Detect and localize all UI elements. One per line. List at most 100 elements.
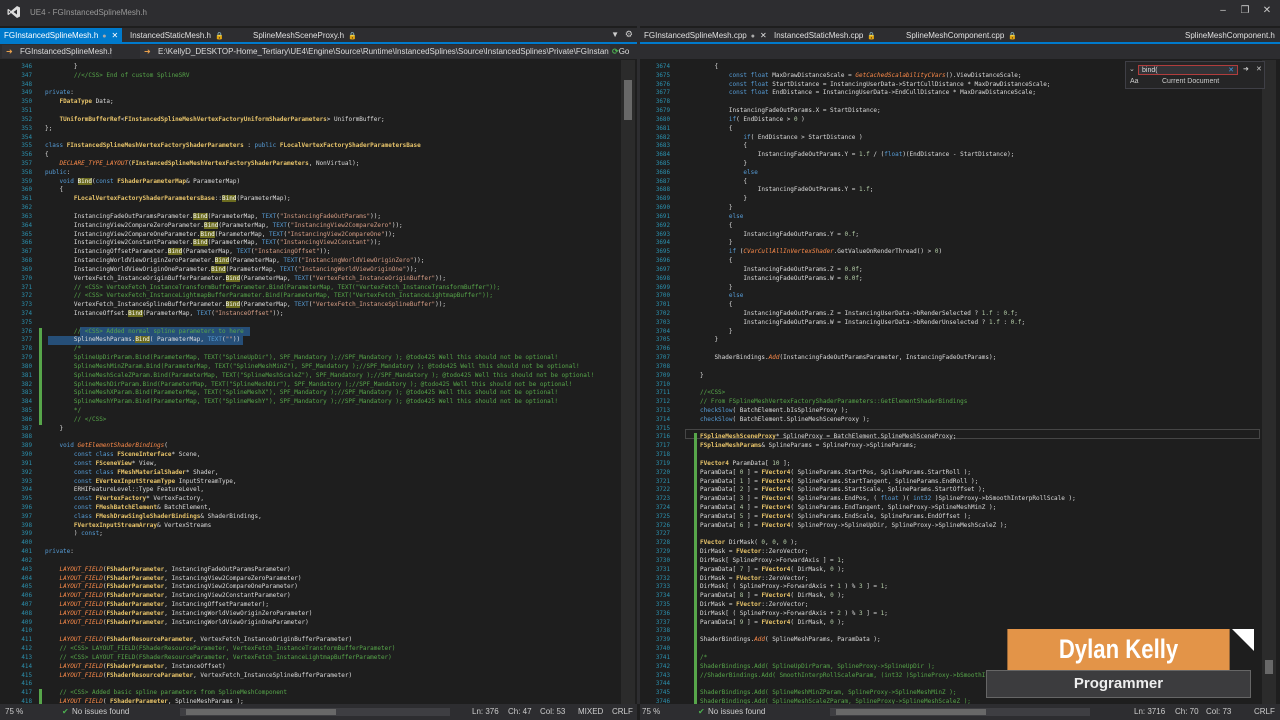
line-number: 369 — [21, 266, 32, 273]
pin-icon[interactable]: ● — [751, 33, 755, 40]
line-number: 352 — [21, 116, 32, 123]
gear-icon[interactable]: ⚙ — [625, 29, 633, 40]
close-find-icon[interactable]: ✕ — [1256, 65, 1262, 73]
zoom-level[interactable]: 75 % — [5, 704, 23, 720]
code-line: const float StartDistance = InstancingUs… — [728, 80, 1051, 88]
code-line: SplineMeshXParam.Bind(ParameterMap, TEXT… — [45, 389, 558, 397]
line-number: 3723 — [655, 496, 670, 503]
line-number: 409 — [21, 619, 32, 626]
file-dropdown[interactable]: ➜ FGInstancedSplineMesh.h — [2, 45, 112, 58]
left-vertical-scrollbar[interactable] — [621, 60, 635, 704]
issues-status[interactable]: No issues found — [72, 704, 129, 720]
code-line: SplineMeshParams.Bind( ParameterMap, TEX… — [45, 336, 241, 344]
line-number: 373 — [21, 302, 32, 309]
line-ending-mixed[interactable]: MIXED — [578, 704, 603, 720]
expand-replace-icon[interactable]: ⌄ — [1129, 65, 1135, 73]
code-line: InstancingFadeOutParamsParameter.Bind(Pa… — [45, 212, 381, 220]
left-code-editor[interactable]: 346 } 347 //</CSS> End of custom SplineSR… — [0, 60, 637, 704]
tab-instancedstaticmesh-cpp[interactable]: InstancedStaticMesh.cpp 🔒 — [770, 28, 880, 44]
lock-icon: 🔒 — [867, 33, 877, 40]
code-line: LAYOUT_FIELD(FShaderResourceParameter, V… — [59, 636, 353, 644]
code-line: LAYOUT_FIELD(FShaderParameter, Instancin… — [59, 592, 291, 600]
navigation-bar: ➜ FGInstancedSplineMesh.h ➜ E:\KellyD_DESK… — [0, 44, 637, 59]
line-number: 364 — [21, 222, 32, 229]
line-number: 3745 — [655, 690, 670, 697]
tab-instancedstaticmesh-h[interactable]: InstancedStaticMesh.h 🔒 — [126, 28, 228, 44]
code-line: ParamData[ 2 ] = FVector4( SplineParams.… — [700, 486, 986, 494]
scroll-thumb[interactable] — [1265, 660, 1273, 674]
maximize-button[interactable]: ❐ — [1238, 5, 1252, 16]
line-number: 392 — [21, 469, 32, 476]
code-line: LAYOUT_FIELD(FShaderParameter, Instancin… — [59, 583, 298, 591]
line-number: 415 — [21, 672, 32, 679]
line-ending-crlf[interactable]: CRLF — [612, 704, 633, 720]
code-line: const FMeshBatchElement& BatchElement, — [73, 504, 212, 511]
code-line: //</CSS> End of custom SplineSRV — [73, 71, 190, 79]
tab-splinemeshcomponent-cpp[interactable]: SplineMeshComponent.cpp 🔒 — [902, 28, 1021, 44]
line-number: 408 — [21, 610, 32, 617]
scroll-thumb[interactable] — [186, 709, 336, 715]
scroll-thumb[interactable] — [836, 709, 986, 715]
find-query: bind( — [1142, 67, 1158, 74]
code-line: ShaderBindings.Add(InstancingFadeOutPara… — [700, 354, 997, 362]
code-line: ERHIFeatureLevel::Type FeatureLevel, — [45, 486, 204, 494]
right-horizontal-scrollbar[interactable] — [830, 708, 1090, 716]
code-line: // <CSS> LAYOUT_FIELD(FShaderResourcePar… — [59, 645, 396, 653]
code-line: }; — [45, 124, 53, 132]
match-case-option[interactable]: Aa — [1130, 78, 1139, 85]
path-dropdown[interactable]: ➜ E:\KellyD_DESKTOP-Home_Tertiary\UE4\Eng… — [140, 45, 610, 58]
close-window-button[interactable]: ✕ — [1260, 5, 1274, 16]
tab-splinemeshcomponent-h[interactable]: SplineMeshComponent.h🔒✕ — [1181, 28, 1280, 44]
code-line: class FMeshDrawSingleShaderBindings& Sha… — [73, 512, 262, 520]
go-button[interactable]: ⟳Go — [612, 44, 629, 59]
search-scope-dropdown[interactable]: Current Document — [1162, 78, 1219, 85]
line-number: 414 — [21, 663, 32, 670]
code-line: FDataType Data; — [59, 98, 114, 106]
change-indicator — [39, 406, 42, 416]
line-number: 3736 — [655, 610, 670, 617]
change-indicator — [694, 477, 697, 487]
tab-dropdown-icon[interactable]: ▼ — [611, 30, 619, 39]
line-number: 366 — [21, 240, 32, 247]
close-tab-icon[interactable]: ✕ — [760, 31, 767, 40]
minimize-button[interactable]: – — [1216, 5, 1230, 16]
line-number: 358 — [21, 169, 32, 176]
code-line: FLocalVertexFactoryShaderParametersBase:… — [73, 195, 291, 203]
zoom-level[interactable]: 75 % — [642, 704, 660, 720]
tab-fginstancedsplinemesh-cpp[interactable]: FGInstancedSplineMesh.cpp ● ✕ — [640, 28, 771, 44]
line-number: Ln: 376 — [472, 707, 499, 716]
code-line: InstancingFadeOutParams.W = InstancingUs… — [700, 318, 1026, 326]
pin-icon[interactable]: ● — [102, 33, 106, 40]
code-line: } — [700, 336, 719, 344]
scroll-thumb[interactable] — [624, 80, 632, 120]
line-number: 384 — [21, 399, 32, 406]
find-next-icon[interactable]: ➜ — [1243, 65, 1249, 73]
tab-splinemeshsceneproxy-h[interactable]: SplineMeshSceneProxy.h 🔒 — [249, 28, 361, 44]
left-horizontal-scrollbar[interactable] — [180, 708, 450, 716]
line-number: 395 — [21, 496, 32, 503]
code-line: const FVertexFactory* VertexFactory, — [73, 495, 204, 503]
tab-fginstancedsplinemesh-h[interactable]: FGInstancedSplineMesh.h ● ✕ — [0, 28, 123, 44]
line-number: 393 — [21, 478, 32, 485]
line-number: 3693 — [655, 231, 670, 238]
line-number: 3681 — [655, 125, 670, 132]
issues-status[interactable]: No issues found — [708, 704, 765, 720]
line-ending-crlf[interactable]: CRLF — [1254, 704, 1275, 720]
line-number: 410 — [21, 628, 32, 635]
code-line: ShaderBindings.Add( SplineUpDirParam, Sp… — [700, 662, 935, 670]
tab-label: InstancedStaticMesh.cpp — [774, 31, 864, 40]
line-number: 360 — [21, 187, 32, 194]
change-indicator — [694, 636, 697, 646]
code-line: VertexFetch_InstanceSplineBufferParamete… — [45, 301, 447, 309]
code-line: ParamData[ 4 ] = FVector4( SplineParams.… — [700, 504, 997, 511]
code-line: { — [700, 124, 733, 132]
line-number: 401 — [21, 549, 32, 556]
right-code-editor[interactable]: 3674 {3675 const float MaxDrawDistanceSc… — [640, 60, 1280, 704]
close-tab-icon[interactable]: ✕ — [112, 31, 119, 40]
clear-search-icon[interactable]: ✕ — [1228, 66, 1234, 75]
line-number: 367 — [21, 249, 32, 256]
find-input[interactable]: bind( ✕ — [1138, 65, 1238, 75]
code-line: class FInstancedSplineMeshVertexFactoryS… — [45, 142, 421, 150]
code-line: InstancingFadeOutParams.Z = InstancingUs… — [700, 309, 1018, 317]
right-vertical-scrollbar[interactable] — [1262, 60, 1276, 704]
